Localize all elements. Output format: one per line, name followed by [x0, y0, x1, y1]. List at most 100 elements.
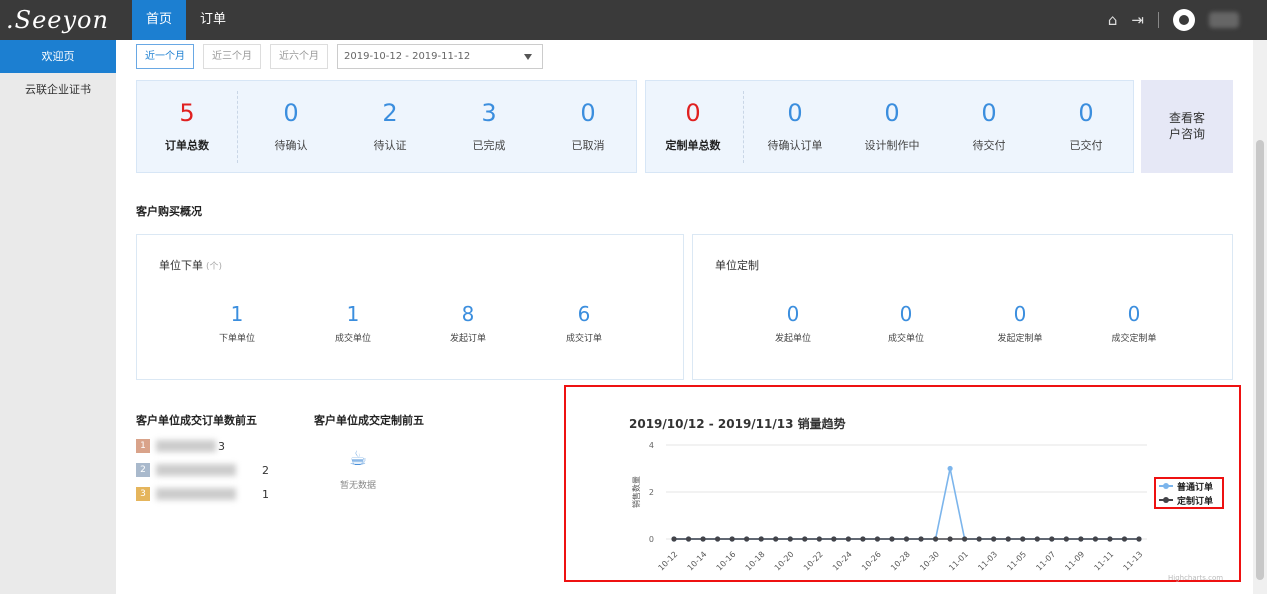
legend-symbol [1159, 483, 1173, 489]
list-item[interactable]: 3 1 [136, 486, 269, 502]
unit-name-blurred [156, 488, 236, 500]
legend-item-custom-orders[interactable]: 定制订单 [1156, 493, 1222, 507]
user-name-blurred[interactable] [1209, 12, 1239, 28]
stat-value: 0 [1078, 99, 1094, 127]
series-point [1063, 536, 1069, 542]
view-consultation-button[interactable]: 查看客户咨询 [1141, 80, 1233, 173]
series-point [889, 536, 895, 542]
seeyon-logo[interactable]: .Seeyon [6, 6, 108, 34]
series-point [685, 536, 692, 542]
vertical-scrollbar[interactable] [1253, 40, 1267, 594]
stat-deal-orders[interactable]: 6 成交订单 [534, 303, 634, 344]
stat-value: 8 [461, 302, 475, 326]
series-point [714, 536, 721, 542]
legend-item-normal-orders[interactable]: 普通订单 [1156, 479, 1222, 493]
unit-name-blurred [156, 440, 216, 452]
stat-custom-deal[interactable]: 0 成交定制单 [1084, 303, 1184, 344]
home-icon[interactable]: ⌂ [1108, 0, 1118, 40]
stat-value: 0 [787, 99, 803, 127]
series-point [1020, 536, 1026, 542]
stat-ordering-units[interactable]: 1 下单单位 [187, 303, 287, 344]
series-point [962, 536, 968, 542]
series-point [744, 536, 750, 542]
stat-custom-pending-delivery[interactable]: 0 待交付 [939, 81, 1039, 153]
divider [743, 91, 744, 163]
panel-title: 单位定制 [715, 259, 759, 272]
panel-unit: (个) [206, 262, 223, 272]
series-point [976, 536, 982, 542]
logout-icon[interactable]: ⇥ [1131, 0, 1144, 40]
series-point [1078, 536, 1084, 542]
stat-completed[interactable]: 3 已完成 [439, 81, 539, 153]
filter-6-months-button[interactable]: 近六个月 [270, 44, 328, 69]
date-range-select[interactable]: 2019-10-12 - 2019-11-12 [337, 44, 543, 69]
x-tick-label: 10-28 [889, 550, 912, 573]
series-point [1092, 536, 1099, 542]
stat-custom-initiating-units[interactable]: 0 发起单位 [743, 303, 843, 344]
list-item[interactable]: 2 2 [136, 462, 269, 478]
stat-value: 0 [580, 99, 596, 127]
sidebar-item-certificate[interactable]: 云联企业证书 [0, 73, 116, 106]
empty-state: ☕ 暂无数据 [308, 446, 408, 491]
stat-value: 0 [283, 99, 299, 127]
chart-credit[interactable]: Highcharts.com [1168, 574, 1223, 582]
x-tick-label: 11-11 [1093, 550, 1116, 573]
user-avatar-icon[interactable] [1173, 9, 1195, 31]
chevron-down-icon [524, 54, 532, 60]
sidebar-item-welcome[interactable]: 欢迎页 [0, 40, 116, 73]
x-tick-label: 10-30 [918, 550, 941, 573]
rank-badge: 1 [136, 439, 150, 453]
series-point [1034, 536, 1040, 542]
stat-label: 成交订单 [565, 334, 602, 344]
stat-cancelled[interactable]: 0 已取消 [538, 81, 638, 153]
stat-value: 0 [786, 302, 800, 326]
stat-custom-total[interactable]: 0 定制单总数 [643, 81, 743, 153]
stat-value: 0 [981, 99, 997, 127]
nav-orders[interactable]: 订单 [186, 0, 240, 40]
stat-label: 成交单位 [887, 334, 924, 344]
sidebar: 欢迎页 云联企业证书 [0, 40, 116, 594]
sales-trend-chart: 2019/10/12 - 2019/11/13 销量趋势 0 2 4 销售数量 10-1… [564, 385, 1241, 582]
rank-value: 2 [262, 463, 269, 477]
stat-deal-units[interactable]: 1 成交单位 [303, 303, 403, 344]
scrollbar-thumb[interactable] [1256, 140, 1264, 580]
custom-summary-card: 0 定制单总数 0 待确认订单 0 设计制作中 0 待交付 0 已交付 [645, 80, 1134, 173]
stat-initiated-orders[interactable]: 8 发起订单 [418, 303, 518, 344]
list-item[interactable]: 1 3 [136, 438, 225, 454]
top-bar: .Seeyon 首页 订单 ⌂ ⇥ [0, 0, 1267, 40]
stat-custom-pending-confirm[interactable]: 0 待确认订单 [745, 81, 845, 153]
stat-value: 1 [230, 302, 244, 326]
y-axis-label: 销售数量 [631, 476, 641, 508]
filter-3-months-button[interactable]: 近三个月 [203, 44, 261, 69]
consult-label: 查看客户咨询 [1168, 111, 1205, 141]
stat-label: 定制单总数 [665, 139, 721, 152]
x-tick-label: 10-20 [773, 550, 796, 573]
x-tick-label: 11-13 [1122, 550, 1145, 573]
date-filters: 近一个月 近三个月 近六个月 2019-10-12 - 2019-11-12 [136, 44, 543, 69]
stat-label: 发起单位 [774, 334, 811, 344]
x-tick-label: 11-01 [947, 550, 970, 573]
nav-home[interactable]: 首页 [132, 0, 187, 40]
stat-custom-delivered[interactable]: 0 已交付 [1036, 81, 1136, 153]
legend-label: 定制订单 [1177, 496, 1214, 507]
x-tick-label: 10-24 [831, 550, 854, 573]
series-point [1136, 536, 1142, 542]
series-point [874, 536, 881, 542]
stat-custom-initiated[interactable]: 0 发起定制单 [970, 303, 1070, 344]
stat-order-total[interactable]: 5 订单总数 [137, 81, 237, 153]
top-nav: 首页 订单 [132, 0, 240, 40]
series-point [991, 536, 997, 542]
stat-pending-certify[interactable]: 2 待认证 [340, 81, 440, 153]
stat-custom-deal-units[interactable]: 0 成交单位 [856, 303, 956, 344]
chart-legend: 普通订单 定制订单 [1154, 477, 1224, 509]
unit-custom-panel: 单位定制 0 发起单位 0 成交单位 0 发起定制单 0 成交定制单 [692, 234, 1233, 380]
empty-state-text: 暂无数据 [339, 481, 376, 491]
series-point [802, 536, 808, 542]
stat-label: 设计制作中 [864, 139, 920, 152]
stat-pending-confirm[interactable]: 0 待确认 [241, 81, 341, 153]
stat-custom-designing[interactable]: 0 设计制作中 [842, 81, 942, 153]
series-point [947, 536, 953, 542]
panel-title-text: 单位下单 [159, 259, 203, 272]
filter-1-month-button[interactable]: 近一个月 [136, 44, 194, 69]
series-point [1107, 536, 1113, 542]
